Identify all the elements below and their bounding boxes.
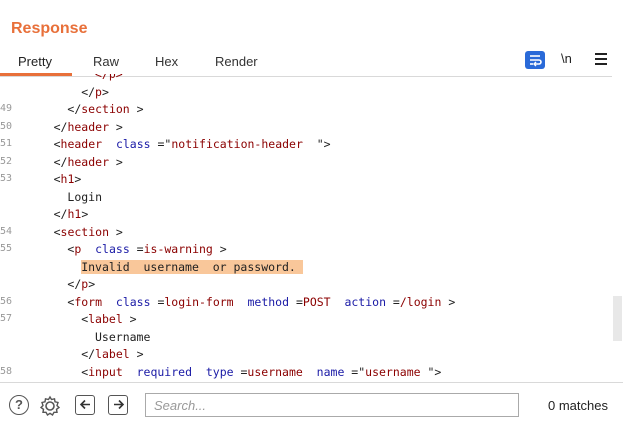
search-input[interactable]: Search...: [145, 393, 519, 417]
code-line: <header class ="notification-header ">: [53, 137, 331, 151]
tab-pretty[interactable]: Pretty: [18, 54, 52, 69]
code-line: </header >: [53, 154, 123, 169]
line-number: 57: [0, 313, 13, 324]
match-count: 0 matches: [548, 398, 608, 413]
word-wrap-button[interactable]: [525, 51, 545, 69]
line-number: 53: [0, 173, 13, 184]
code-line: Login: [67, 189, 103, 204]
tab-raw[interactable]: Raw: [93, 54, 119, 69]
line-number: 58: [0, 365, 13, 377]
code-line: </header >: [53, 119, 123, 134]
code-line: <form class =login-form method =POST act…: [67, 294, 456, 309]
line-number: 52: [0, 155, 13, 167]
menu-icon[interactable]: [595, 53, 607, 65]
code-line: </p>: [95, 74, 123, 81]
code-line: Invalid username or password.: [81, 259, 303, 274]
search-bar: ? Search... 0 matches: [0, 382, 623, 425]
show-newlines-button[interactable]: \n: [561, 51, 572, 66]
code-line: <h1>: [53, 172, 82, 186]
scrollbar-thumb[interactable]: [613, 296, 622, 341]
line-number: 49: [0, 103, 13, 114]
line-number: 55: [0, 243, 13, 254]
code-line: </p>: [81, 84, 109, 99]
arrow-left-icon: [79, 399, 90, 410]
line-number: 50: [0, 120, 13, 132]
code-line: <input required type =username name ="us…: [81, 364, 442, 379]
next-match-button[interactable]: [108, 395, 128, 415]
line-number: 51: [0, 138, 13, 149]
previous-match-button[interactable]: [75, 395, 95, 415]
code-line: <section >: [53, 224, 123, 239]
code-line: </label >: [81, 347, 144, 361]
code-line: </p>: [67, 277, 96, 291]
code-viewer[interactable]: </p> </p> 49 </section > 50 </header > 51 <head…: [0, 74, 612, 382]
panel-title: Response: [11, 20, 88, 37]
arrow-right-icon: [113, 399, 124, 410]
help-icon[interactable]: ?: [9, 395, 29, 415]
code-line: Username: [95, 329, 151, 344]
word-wrap-icon: [530, 55, 542, 67]
settings-gear-icon[interactable]: [39, 395, 61, 417]
code-line: <label >: [81, 312, 137, 326]
code-line: </h1>: [53, 207, 89, 221]
code-line: <p class =is-warning >: [67, 242, 227, 256]
line-number: 56: [0, 295, 13, 307]
tab-render[interactable]: Render: [215, 54, 258, 69]
tab-hex[interactable]: Hex: [155, 54, 178, 69]
line-number: 54: [0, 225, 13, 237]
code-line: </section >: [67, 102, 144, 116]
